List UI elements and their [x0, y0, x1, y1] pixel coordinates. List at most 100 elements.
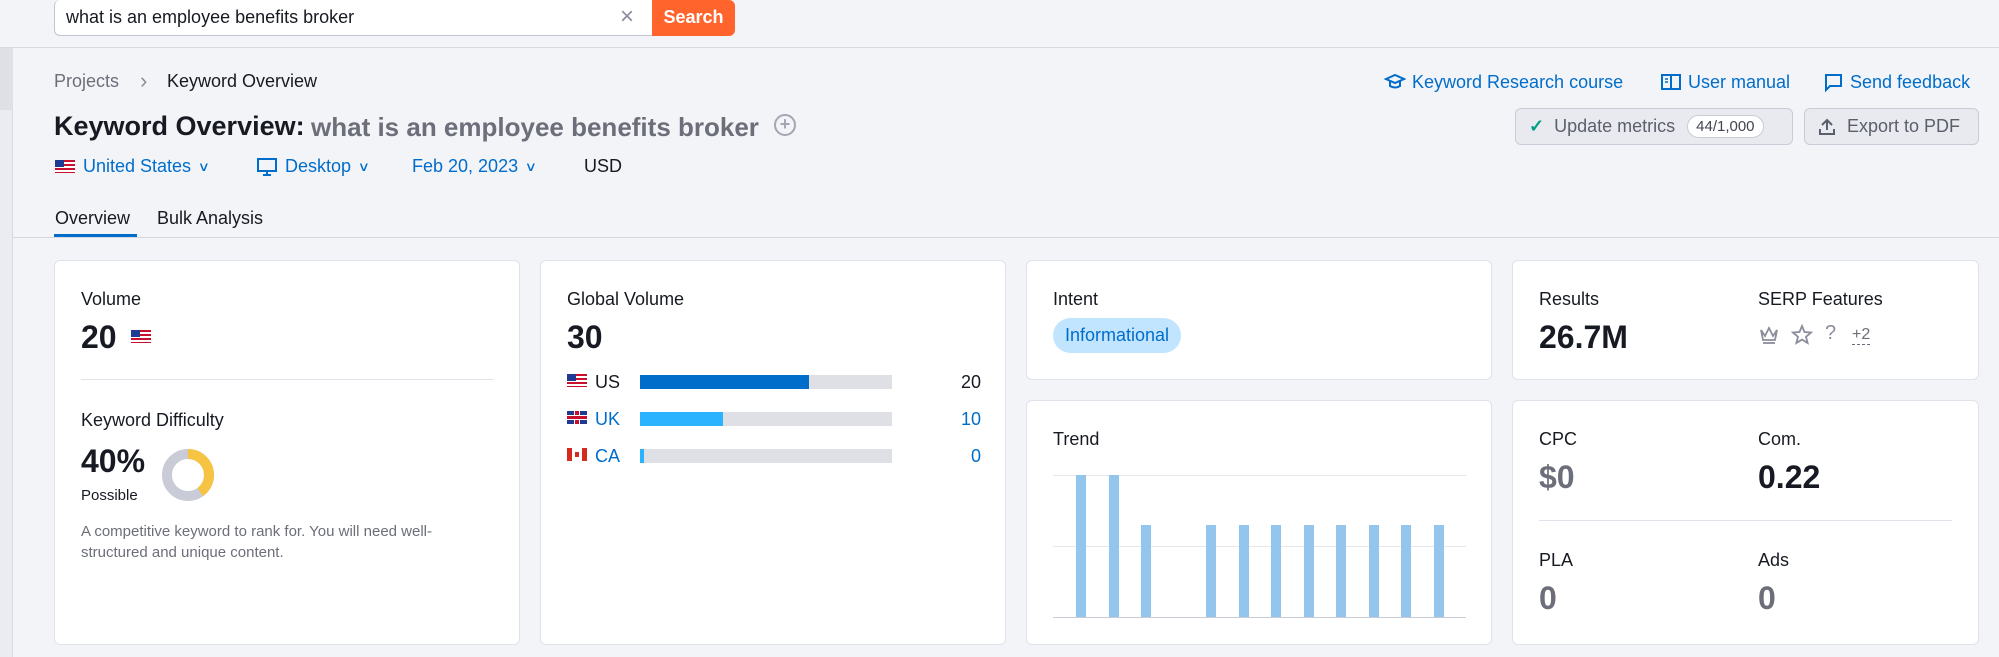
volume-bar-fill: [640, 449, 644, 463]
desktop-icon: [257, 157, 277, 176]
competition-value: 0.22: [1758, 459, 1821, 495]
ads-label: Ads: [1758, 550, 1790, 570]
country-row-us: US 20: [567, 372, 981, 392]
chevron-down-icon: ∨: [197, 158, 211, 174]
search-query-text[interactable]: what is an employee benefits broker: [66, 7, 354, 28]
question-icon[interactable]: ?: [1825, 322, 1836, 345]
difficulty-level: Possible: [81, 487, 138, 504]
update-metrics-label: Update metrics: [1554, 116, 1676, 136]
search-button[interactable]: Search: [652, 0, 735, 36]
trend-bar: [1239, 525, 1249, 617]
trend-bar: [1434, 525, 1444, 617]
currency-label: USD: [584, 156, 623, 176]
export-pdf-button[interactable]: Export to PDF: [1804, 108, 1979, 145]
trend-bar: [1304, 525, 1314, 617]
breadcrumb-projects[interactable]: Projects: [54, 71, 119, 92]
page-title: Keyword Overview:: [54, 111, 305, 141]
send-feedback-link[interactable]: Send feedback: [1822, 71, 1970, 93]
trend-bar: [1369, 525, 1379, 617]
volume-bar-fill: [640, 412, 723, 426]
trend-bar: [1336, 525, 1346, 617]
trend-bar: [1206, 525, 1216, 617]
keyword-difficulty-value: 40%: [81, 443, 146, 479]
volume-bar-track: [640, 412, 892, 426]
date-label: Feb 20, 2023: [412, 156, 519, 176]
country-volume[interactable]: 0: [921, 446, 981, 467]
us-flag-icon: [55, 160, 75, 173]
us-flag-icon: [131, 330, 151, 343]
send-feedback-label: Send feedback: [1850, 71, 1971, 92]
crown-icon[interactable]: [1758, 325, 1780, 345]
country-volume[interactable]: 10: [921, 409, 981, 430]
update-metrics-button[interactable]: ✓ Update metrics 44/1,000: [1515, 108, 1793, 145]
trend-bar: [1401, 525, 1411, 617]
pla-label: PLA: [1539, 550, 1574, 570]
uk-flag-icon: [567, 411, 587, 424]
difficulty-note: A competitive keyword to rank for. You w…: [81, 523, 433, 561]
trend-bar: [1271, 525, 1281, 617]
device-select[interactable]: Desktop ∨: [257, 156, 370, 177]
quota-badge: 44/1,000: [1687, 115, 1764, 138]
ca-flag-icon: [567, 448, 587, 461]
close-icon[interactable]: ×: [620, 5, 634, 29]
country-select[interactable]: United States ∨: [55, 156, 211, 177]
trend-bar: [1076, 475, 1086, 617]
global-volume-value: 30: [567, 319, 603, 355]
country-row-uk[interactable]: UK 10: [567, 409, 981, 429]
keyword-course-label: Keyword Research course: [1412, 71, 1624, 92]
message-icon: [1825, 74, 1842, 93]
results-value: 26.7M: [1539, 319, 1628, 355]
volume-bar-track: [640, 375, 892, 389]
upload-icon: [1819, 118, 1835, 135]
volume-bar-track: [640, 449, 892, 463]
trend-bar: [1109, 475, 1119, 617]
tab-overview[interactable]: Overview: [55, 208, 130, 229]
volume-bar-fill: [640, 375, 809, 389]
page-keyword: what is an employee benefits broker: [311, 112, 759, 142]
intent-badge[interactable]: Informational: [1053, 318, 1182, 353]
country-row-ca[interactable]: CA 0: [567, 446, 981, 466]
cpc-value: $0: [1539, 459, 1575, 495]
chevron-down-icon: ∨: [357, 158, 370, 174]
card-divider: [81, 379, 494, 380]
graduation-cap-icon: [1384, 73, 1406, 89]
country-label: United States: [83, 156, 192, 176]
global-volume-label: Global Volume: [567, 289, 685, 309]
cpc-label: CPC: [1539, 429, 1578, 449]
cpc-card: [1512, 400, 1979, 645]
volume-label: Volume: [81, 289, 142, 309]
user-manual-label: User manual: [1688, 71, 1791, 92]
competition-label: Com.: [1758, 429, 1802, 449]
left-sidebar: [0, 48, 13, 657]
country-volume: 20: [960, 372, 981, 392]
volume-value: 20: [81, 319, 117, 355]
check-icon: ✓: [1529, 116, 1545, 136]
country-code[interactable]: CA: [595, 446, 620, 467]
star-icon[interactable]: [1791, 324, 1813, 346]
device-label: Desktop: [285, 156, 352, 176]
sidebar-handle[interactable]: [0, 48, 13, 110]
date-select[interactable]: Feb 20, 2023 ∨: [412, 156, 538, 177]
trend-baseline: [1053, 617, 1466, 618]
trend-label: Trend: [1053, 429, 1100, 449]
pla-value: 0: [1539, 580, 1557, 616]
serp-more-link[interactable]: +2: [1852, 326, 1871, 345]
intent-label: Intent: [1053, 289, 1099, 309]
breadcrumb-current: Keyword Overview: [167, 71, 318, 91]
ads-value: 0: [1758, 580, 1776, 616]
results-label: Results: [1539, 289, 1600, 309]
serp-features-label: SERP Features: [1758, 289, 1883, 309]
trend-bar: [1141, 525, 1151, 617]
country-code[interactable]: UK: [595, 409, 620, 430]
tabs-divider: [13, 237, 1999, 238]
user-manual-link[interactable]: User manual: [1660, 71, 1790, 93]
tab-bulk-analysis[interactable]: Bulk Analysis: [157, 208, 263, 229]
chevron-down-icon: ∨: [524, 158, 538, 174]
card-divider: [1539, 520, 1952, 521]
add-to-list-icon[interactable]: +: [774, 114, 796, 136]
difficulty-donut: [162, 449, 214, 501]
us-flag-icon: [567, 374, 587, 387]
keyword-course-link[interactable]: Keyword Research course: [1384, 71, 1623, 93]
trend-chart: [1053, 475, 1466, 617]
book-icon: [1661, 74, 1681, 90]
